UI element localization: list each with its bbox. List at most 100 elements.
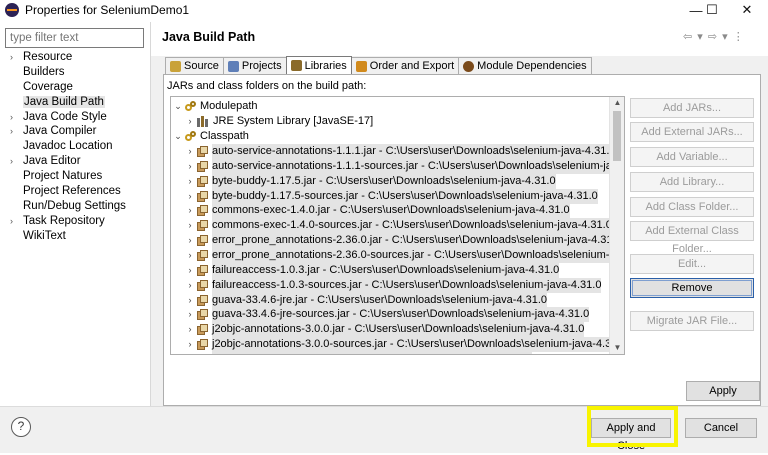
tree-row-jar[interactable]: › error_prone_annotations-2.36.0.jar - C:…: [185, 233, 622, 249]
expand-chevron-icon[interactable]: ›: [10, 50, 13, 65]
sidebar-item[interactable]: › Java Editor: [0, 154, 150, 169]
expand-chevron-icon[interactable]: ›: [185, 352, 195, 355]
window-titlebar: Properties for SeleniumDemo1 — ☐ ✕: [0, 0, 768, 20]
sidebar-item-label: WikiText: [23, 229, 66, 242]
tab-module-dependencies[interactable]: Module Dependencies: [458, 57, 592, 74]
close-button[interactable]: ✕: [729, 0, 765, 20]
tree-row-jre[interactable]: › JRE System Library [JavaSE-17]: [185, 114, 373, 129]
build-path-tabs: Source Projects Libraries Order and Export M…: [165, 56, 592, 75]
sidebar-item[interactable]: › Task Repository: [0, 214, 150, 229]
add-external-class-folder-button[interactable]: Add External Class Folder...: [630, 221, 754, 255]
sidebar-item[interactable]: Run/Debug Settings: [0, 199, 150, 214]
sidebar-item[interactable]: Builders: [0, 65, 150, 80]
history-nav-arrows[interactable]: ⇦ ▾ ⇨ ▾ ⋮: [683, 30, 745, 43]
tree-row-jar[interactable]: › guava-33.4.6-jre-sources.jar - C:\Users…: [185, 307, 590, 323]
sidebar-item-label: Run/Debug Settings: [23, 199, 126, 212]
tree-row-jar[interactable]: › commons-exec-1.4.0-sources.jar - C:\Use…: [185, 218, 612, 234]
sidebar-item[interactable]: WikiText: [0, 229, 150, 244]
tab-projects[interactable]: Projects: [222, 57, 287, 74]
tree-row-jar[interactable]: › commons-exec-1.4.0.jar - C:\Users\user\…: [185, 203, 570, 219]
expand-chevron-icon[interactable]: ›: [185, 322, 195, 337]
sidebar-item[interactable]: Java Build Path: [0, 95, 150, 110]
expand-chevron-icon[interactable]: ›: [185, 278, 195, 293]
migrate-jar-button[interactable]: Migrate JAR File...: [630, 311, 754, 331]
tab-label: Source: [184, 60, 219, 72]
sidebar-item-label: Java Compiler: [23, 125, 97, 138]
scroll-thumb[interactable]: [613, 111, 621, 161]
expand-chevron-icon[interactable]: ›: [185, 233, 195, 248]
sidebar-item[interactable]: Javadoc Location: [0, 139, 150, 154]
jar-icon: [197, 190, 208, 202]
remove-button[interactable]: Remove: [630, 278, 754, 298]
expand-chevron-icon[interactable]: ›: [185, 248, 195, 263]
sidebar-item[interactable]: Project Natures: [0, 169, 150, 184]
expand-chevron-icon[interactable]: ›: [185, 307, 195, 322]
tree-scrollbar[interactable]: ▲ ▼: [609, 97, 624, 354]
cancel-button[interactable]: Cancel: [685, 418, 757, 438]
scroll-down-icon[interactable]: ▼: [610, 342, 625, 354]
tree-row-jar[interactable]: › j2objc-annotations-3.0.0-sources.jar - …: [185, 337, 625, 353]
build-path-tree[interactable]: ⌄ Modulepath › JRE System Library [JavaS…: [170, 96, 625, 355]
expand-chevron-icon[interactable]: ›: [10, 124, 13, 139]
edit-button[interactable]: Edit...: [630, 254, 754, 274]
jar-icon: [197, 146, 208, 157]
sidebar-item[interactable]: › Resource: [0, 50, 150, 65]
sidebar-item[interactable]: › Java Compiler: [0, 124, 150, 139]
collapse-chevron-icon[interactable]: ⌄: [173, 99, 183, 114]
classpath-gear-icon: [185, 130, 197, 143]
expand-chevron-icon[interactable]: ›: [185, 189, 195, 204]
modulepath-gear-icon: [185, 100, 197, 113]
tree-row-jar[interactable]: › error_prone_annotations-2.36.0-sources.…: [185, 247, 624, 263]
expand-chevron-icon[interactable]: ›: [185, 337, 195, 352]
tree-row-jar[interactable]: › byte-buddy-1.17.5-sources.jar - C:\User…: [185, 188, 598, 204]
jar-label: commons-exec-1.4.0.jar - C:\Users\user\D…: [212, 203, 570, 219]
sidebar-item[interactable]: › Java Code Style: [0, 110, 150, 125]
expand-chevron-icon[interactable]: ›: [185, 263, 195, 278]
tree-row-jar[interactable]: › jspecify-1.0.0.jar - C:\Users\user\Down…: [185, 351, 532, 355]
classpath-label: Classpath: [200, 130, 249, 142]
add-variable-button[interactable]: Add Variable...: [630, 147, 754, 167]
expand-chevron-icon[interactable]: ›: [185, 218, 195, 233]
jar-icon: [197, 235, 208, 247]
tree-row-jar[interactable]: › auto-service-annotations-1.1.1-sources.…: [185, 158, 624, 174]
collapse-chevron-icon[interactable]: ⌄: [173, 129, 183, 144]
add-library-button[interactable]: Add Library...: [630, 172, 754, 192]
add-class-folder-button[interactable]: Add Class Folder...: [630, 197, 754, 217]
add-jars-button[interactable]: Add JARs...: [630, 98, 754, 118]
maximize-button[interactable]: ☐: [694, 0, 730, 20]
expand-chevron-icon[interactable]: ›: [10, 214, 13, 229]
scroll-up-icon[interactable]: ▲: [610, 97, 625, 109]
sidebar-item[interactable]: Coverage: [0, 80, 150, 95]
tab-source[interactable]: Source: [165, 57, 224, 74]
expand-chevron-icon[interactable]: ›: [185, 114, 195, 129]
tree-row-jar[interactable]: › failureaccess-1.0.3-sources.jar - C:\Us…: [185, 277, 602, 293]
expand-chevron-icon[interactable]: ›: [185, 174, 195, 189]
expand-chevron-icon[interactable]: ›: [10, 154, 13, 169]
page-title: Java Build Path: [162, 30, 256, 44]
jar-icon: [197, 294, 208, 306]
jar-icon: [197, 175, 208, 187]
apply-button[interactable]: Apply: [686, 381, 760, 401]
expand-chevron-icon[interactable]: ›: [185, 144, 195, 159]
jar-label: jspecify-1.0.0.jar - C:\Users\user\Downl…: [212, 351, 532, 354]
expand-chevron-icon[interactable]: ›: [10, 110, 13, 125]
tree-row-jar[interactable]: › j2objc-annotations-3.0.0.jar - C:\Users…: [185, 322, 585, 338]
expand-chevron-icon[interactable]: ›: [185, 203, 195, 218]
expand-chevron-icon[interactable]: ›: [185, 293, 195, 308]
filter-input[interactable]: [5, 28, 144, 48]
tree-row-modulepath[interactable]: ⌄ Modulepath: [173, 99, 257, 114]
expand-chevron-icon[interactable]: ›: [185, 159, 195, 174]
add-external-jars-button[interactable]: Add External JARs...: [630, 122, 754, 142]
jar-label: error_prone_annotations-2.36.0.jar - C:\…: [212, 233, 622, 249]
tree-row-classpath[interactable]: ⌄ Classpath: [173, 129, 249, 144]
tab-libraries[interactable]: Libraries: [285, 56, 352, 74]
library-icon: [197, 116, 209, 127]
jar-label: j2objc-annotations-3.0.0-sources.jar - C…: [212, 337, 625, 353]
tree-row-jar[interactable]: › byte-buddy-1.17.5.jar - C:\Users\user\D…: [185, 173, 556, 189]
help-icon[interactable]: ?: [11, 417, 31, 437]
tab-order-and-export[interactable]: Order and Export: [350, 57, 460, 74]
tree-row-jar[interactable]: › failureaccess-1.0.3.jar - C:\Users\user…: [185, 262, 560, 278]
sidebar-item[interactable]: Project References: [0, 184, 150, 199]
tree-row-jar[interactable]: › guava-33.4.6-jre.jar - C:\Users\user\Do…: [185, 292, 548, 308]
tree-row-jar[interactable]: › auto-service-annotations-1.1.1.jar - C:…: [185, 144, 616, 159]
